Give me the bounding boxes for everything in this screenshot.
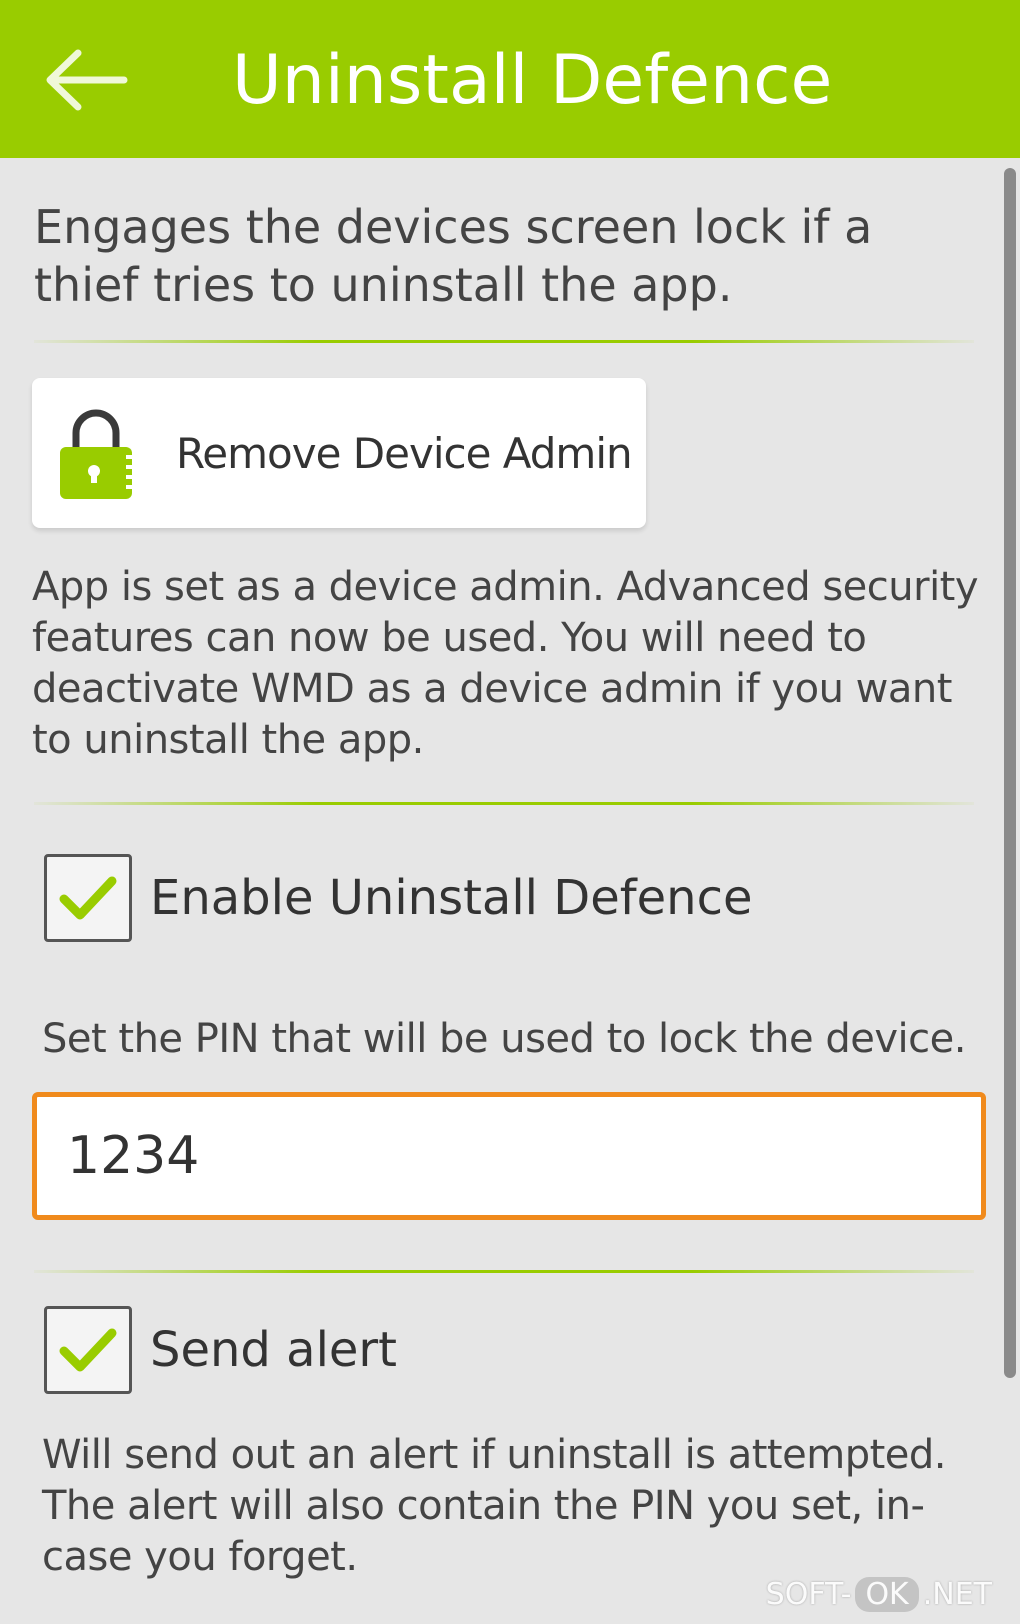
intro-text: Engages the devices screen lock if a thi… (34, 200, 873, 312)
send-alert-label: Send alert (150, 1322, 397, 1378)
watermark-right: .NET (922, 1576, 992, 1612)
watermark: SOFT- OK .NET (766, 1570, 992, 1618)
enable-uninstall-defence-label: Enable Uninstall Defence (150, 870, 753, 926)
app-header: Uninstall Defence (0, 0, 1020, 158)
enable-uninstall-defence-checkbox[interactable] (44, 854, 132, 942)
send-alert-description: Will send out an alert if uninstall is a… (42, 1432, 946, 1580)
watermark-left: SOFT- (765, 1576, 852, 1612)
back-arrow-icon (46, 49, 128, 111)
vertical-scrollbar[interactable] (1004, 168, 1016, 1378)
remove-device-admin-label: Remove Device Admin (176, 428, 633, 478)
enable-uninstall-defence-option[interactable]: Enable Uninstall Defence (44, 852, 753, 944)
section-divider (34, 802, 974, 805)
watermark-middle: OK (855, 1576, 919, 1612)
device-admin-description: App is set as a device admin. Advanced s… (32, 564, 979, 763)
pin-input[interactable] (32, 1092, 986, 1220)
settings-content: Engages the devices screen lock if a thi… (0, 158, 1020, 1624)
lock-icon (60, 409, 134, 499)
page-title: Uninstall Defence (232, 41, 833, 120)
send-alert-option[interactable]: Send alert (44, 1304, 397, 1396)
back-button[interactable] (30, 30, 140, 130)
checkmark-icon (59, 876, 117, 920)
send-alert-checkbox[interactable] (44, 1306, 132, 1394)
section-divider (34, 340, 974, 343)
remove-device-admin-button[interactable]: Remove Device Admin (32, 378, 646, 528)
checkmark-icon (59, 1328, 117, 1372)
pin-description: Set the PIN that will be used to lock th… (42, 1016, 966, 1062)
section-divider (34, 1270, 974, 1273)
